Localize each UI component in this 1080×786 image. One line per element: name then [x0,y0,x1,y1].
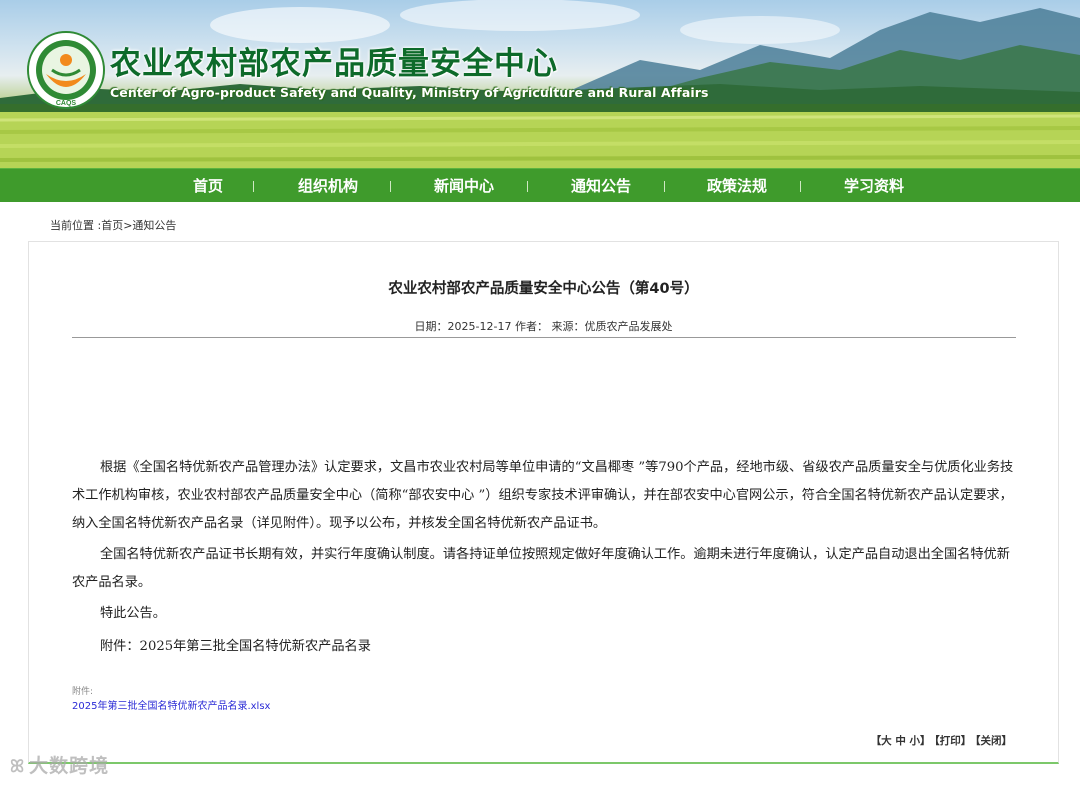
nav-item-organization[interactable]: 组织机构 [290,169,366,203]
main-nav: 首页 组织机构 新闻中心 通知公告 政策法规 学习资料 [0,168,1080,202]
article-paragraph: 全国名特优新农产品证书长期有效，并实行年度确认制度。请各持证单位按照规定做好年度… [72,547,1010,590]
nav-divider [253,181,254,192]
title-divider [72,337,1016,338]
article-paragraph: 附件：2025年第三批全国名特优新农产品名录 [100,639,371,654]
print-button[interactable]: 【打印】 [935,735,972,747]
watermark-logo-icon: ꕤ [10,757,26,777]
caqs-logo: CAQS [27,31,105,109]
nav-item-home[interactable]: 首页 [178,169,238,203]
nav-item-news[interactable]: 新闻中心 [426,169,502,203]
article-tools: 【大 中 小】 【打印】 【关闭】 [867,733,1012,748]
site-subtitle: Center of Agro-product Safety and Qualit… [110,85,709,100]
site-banner: CAQS 农业农村部农产品质量安全中心 Center of Agro-produ… [0,0,1080,168]
font-size-toggle[interactable]: 【大 中 小】 [871,735,931,747]
watermark: ꕤ 大数跨境 [10,751,109,778]
breadcrumb-prefix: 当前位置 : [50,219,102,232]
nav-divider [664,181,665,192]
article-title: 农业农村部农产品质量安全中心公告（第40号） [388,281,699,297]
site-title: 农业农村部农产品质量安全中心 [110,46,558,82]
nav-divider [390,181,391,192]
breadcrumb: 当前位置 :首页>通知公告 [50,217,176,233]
article-paragraph: 特此公告。 [100,606,166,621]
attachment-download-link[interactable]: 2025年第三批全国名特优新农产品名录.xlsx [72,697,270,712]
article-meta: 日期：2025-12-17 作者： 来源：优质农产品发展处 [414,320,673,333]
close-button[interactable]: 【关闭】 [975,735,1012,747]
watermark-text: 大数跨境 [29,755,110,777]
article-paragraph: 根据《全国名特优新农产品管理办法》认定要求，文昌市农业农村局等单位申请的“文昌椰… [72,460,1014,531]
nav-divider [527,181,528,192]
attachment-label: 附件: [72,687,94,697]
banner-scenery [0,0,1080,168]
article-container: 农业农村部农产品质量安全中心公告（第40号） 日期：2025-12-17 作者：… [28,241,1059,764]
nav-divider [800,181,801,192]
nav-item-learning[interactable]: 学习资料 [836,169,912,203]
logo-text: CAQS [56,100,77,107]
breadcrumb-home-link[interactable]: 首页 [101,219,123,232]
nav-item-notices[interactable]: 通知公告 [563,169,639,203]
nav-item-policies[interactable]: 政策法规 [699,169,775,203]
breadcrumb-current-link[interactable]: 通知公告 [132,219,176,232]
